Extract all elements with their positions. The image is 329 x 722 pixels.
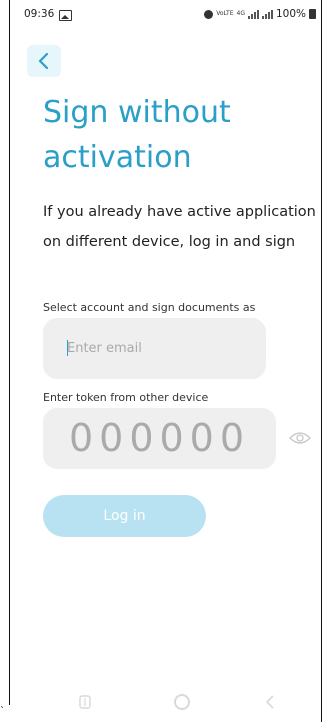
status-time: 09:36	[24, 8, 55, 20]
network-text: VoLTE	[216, 10, 234, 17]
status-right-group: VoLTE 4G 100%	[204, 8, 316, 20]
frame-left-border	[9, 0, 10, 705]
back-button[interactable]	[27, 45, 61, 77]
home-icon[interactable]	[174, 694, 190, 710]
token-label: Enter token from other device	[43, 391, 209, 404]
frame-right-border	[321, 0, 322, 722]
email-field-container[interactable]	[43, 318, 266, 379]
network-type: 4G	[236, 10, 245, 17]
frame-mark: `	[0, 706, 5, 717]
page-title: Sign without activation	[43, 95, 231, 175]
email-label: Select account and sign documents as	[43, 301, 256, 314]
back-nav-icon[interactable]	[264, 694, 276, 710]
battery-percent: 100%	[275, 8, 306, 20]
token-field-container[interactable]	[43, 408, 276, 469]
chevron-left-icon	[38, 52, 49, 70]
signal-icon	[247, 9, 259, 19]
page-description: If you already have active application o…	[43, 204, 316, 250]
email-input[interactable]	[67, 338, 247, 358]
eye-icon[interactable]	[289, 431, 311, 445]
system-nav-bar	[10, 690, 321, 720]
recents-icon[interactable]	[79, 695, 91, 709]
token-input[interactable]	[43, 416, 276, 460]
battery-icon	[309, 9, 316, 19]
alarm-icon	[204, 9, 214, 19]
signal-icon-2	[261, 9, 273, 19]
status-bar: 09:36 VoLTE 4G 100%	[24, 6, 316, 26]
login-button[interactable]: Log in	[43, 495, 206, 537]
text-cursor	[67, 340, 68, 356]
image-icon	[59, 10, 72, 21]
